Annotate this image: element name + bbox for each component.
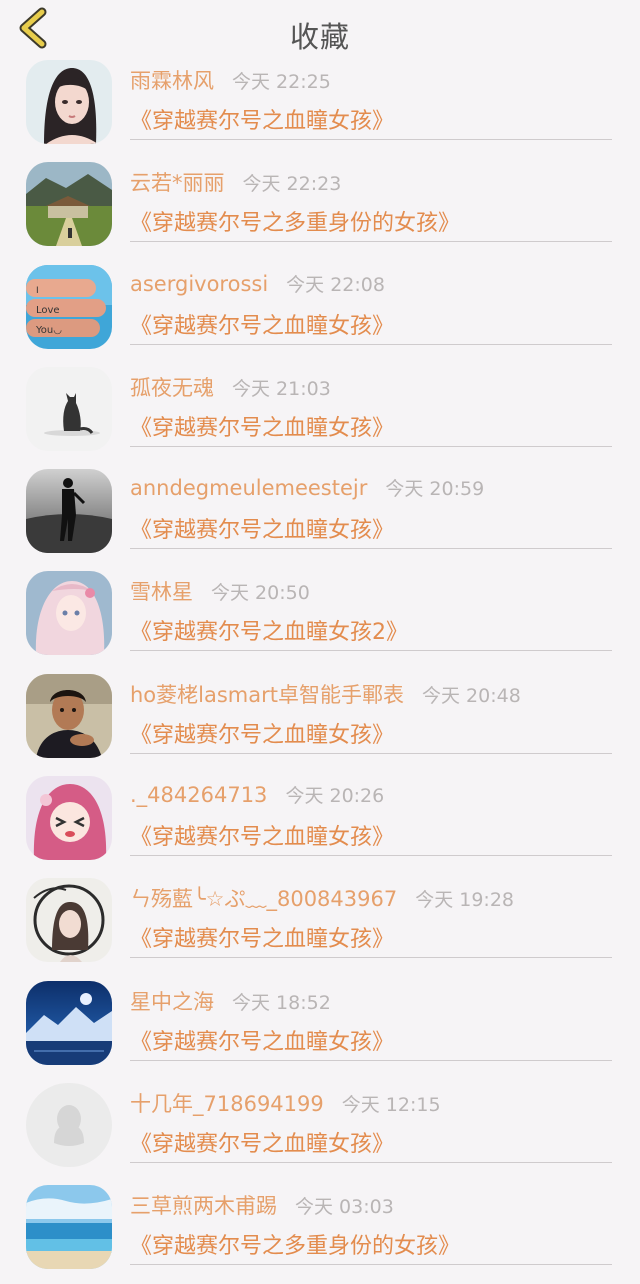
list-item[interactable]: ho菱栳lasmart卓智能手鄆表 今天 20:48 《穿越赛尔号之血瞳女孩》 — [0, 670, 640, 772]
divider — [130, 139, 612, 140]
user-name[interactable]: 雪林星 — [130, 576, 193, 606]
user-name[interactable]: 三草煎两木甫踢 — [130, 1190, 277, 1220]
book-title-link[interactable]: 《穿越赛尔号之血瞳女孩》 — [130, 819, 394, 851]
divider — [130, 650, 612, 652]
avatar[interactable] — [26, 1185, 112, 1270]
book-title-link[interactable]: 《穿越赛尔号之多重身份的女孩》 — [130, 205, 460, 237]
book-title-link[interactable]: 《穿越赛尔号之血瞳女孩》 — [130, 921, 394, 953]
list-item[interactable]: 孤夜无魂 今天 21:03 《穿越赛尔号之血瞳女孩》 — [0, 363, 640, 465]
divider — [130, 1161, 612, 1163]
list-item[interactable]: 雪林星 今天 20:50 《穿越赛尔号之血瞳女孩2》 — [0, 567, 640, 669]
avatar[interactable] — [26, 366, 112, 451]
timestamp: 今天 12:15 — [341, 1093, 441, 1116]
user-name[interactable]: 十几年_718694199 — [130, 1088, 324, 1118]
avatar[interactable] — [26, 878, 112, 963]
timestamp: 今天 22:08 — [286, 273, 385, 296]
list-item[interactable]: 雨霖林风 今天 22:25 《穿越赛尔号之血瞳女孩》 — [0, 56, 640, 158]
book-title-link[interactable]: 《穿越赛尔号之血瞳女孩》 — [130, 103, 394, 135]
book-title-link[interactable]: 《穿越赛尔号之血瞳女孩》 — [130, 410, 394, 442]
user-name[interactable]: ho菱栳lasmart卓智能手鄆表 — [130, 679, 404, 709]
list-item[interactable]: I Love You◡ asergivorossi 今天 22:08 《穿越赛尔… — [0, 261, 640, 363]
avatar[interactable] — [26, 776, 112, 861]
book-title-link[interactable]: 《穿越赛尔号之血瞳女孩》 — [130, 308, 394, 340]
divider — [130, 241, 612, 243]
book-title-link[interactable]: 《穿越赛尔号之血瞳女孩》 — [130, 1024, 394, 1056]
timestamp: 今天 20:48 — [422, 684, 521, 707]
timestamp: 今天 20:26 — [285, 785, 385, 808]
avatar[interactable]: I Love You◡ — [26, 264, 112, 349]
list-item[interactable]: 云若*丽丽 今天 22:23 《穿越赛尔号之多重身份的女孩》 — [0, 158, 640, 260]
divider — [130, 343, 612, 345]
page-title: 收藏 — [289, 20, 350, 54]
book-title-link[interactable]: 《穿越赛尔号之多重身份的女孩》 — [130, 1228, 460, 1260]
avatar[interactable] — [26, 60, 112, 144]
book-title-link[interactable]: 《穿越赛尔号之血瞳女孩》 — [130, 1126, 394, 1158]
user-name[interactable]: 雨霖林风 — [130, 65, 214, 95]
timestamp: 今天 03:03 — [295, 1196, 394, 1219]
list-item[interactable]: 十几年_718694199 今天 12:15 《穿越赛尔号之血瞳女孩》 — [0, 1079, 640, 1181]
top-bar: 收藏 — [0, 0, 640, 56]
timestamp: 今天 21:03 — [232, 377, 331, 400]
svg-text:Love: Love — [36, 305, 60, 316]
user-name[interactable]: 云若*丽丽 — [130, 167, 225, 197]
divider — [130, 1059, 612, 1061]
timestamp: 今天 22:25 — [232, 71, 331, 93]
timestamp: 今天 20:50 — [211, 582, 310, 605]
timestamp: 今天 19:28 — [415, 889, 515, 912]
list-item[interactable]: ._484264713 今天 20:26 《穿越赛尔号之血瞳女孩》 — [0, 772, 640, 874]
avatar[interactable] — [26, 469, 112, 554]
avatar[interactable] — [26, 980, 112, 1065]
user-name[interactable]: ._484264713 — [130, 783, 267, 807]
user-name[interactable]: 星中之海 — [130, 986, 214, 1016]
user-name[interactable]: anndegmeulemeestejr — [130, 476, 367, 500]
list-item[interactable]: anndegmeulemeestejr 今天 20:59 《穿越赛尔号之血瞳女孩… — [0, 465, 640, 567]
book-title-link[interactable]: 《穿越赛尔号之血瞳女孩2》 — [130, 614, 408, 646]
avatar[interactable] — [26, 571, 112, 656]
user-name[interactable]: asergivorossi — [130, 272, 268, 296]
divider — [130, 855, 612, 857]
divider — [130, 548, 612, 550]
svg-text:I: I — [36, 286, 39, 296]
avatar[interactable] — [26, 1082, 112, 1167]
avatar[interactable] — [26, 162, 112, 247]
divider — [130, 1264, 612, 1266]
svg-text:You◡: You◡ — [35, 325, 62, 336]
divider — [130, 752, 612, 754]
list-item[interactable]: 三草煎两木甫踢 今天 03:03 《穿越赛尔号之多重身份的女孩》 — [0, 1181, 640, 1283]
avatar[interactable] — [26, 673, 112, 758]
book-title-link[interactable]: 《穿越赛尔号之血瞳女孩》 — [130, 512, 394, 544]
user-name[interactable]: 孤夜无魂 — [130, 372, 214, 402]
list-item[interactable]: 星中之海 今天 18:52 《穿越赛尔号之血瞳女孩》 — [0, 977, 640, 1079]
list-item[interactable]: ㄣ殇藍╰☆ぷ﹏_800843967 今天 19:28 《穿越赛尔号之血瞳女孩》 — [0, 874, 640, 976]
timestamp: 今天 18:52 — [232, 991, 331, 1014]
favorites-list: 雨霖林风 今天 22:25 《穿越赛尔号之血瞳女孩》 云若*丽丽 今天 22:2… — [0, 56, 640, 1284]
divider — [130, 445, 612, 447]
user-name[interactable]: ㄣ殇藍╰☆ぷ﹏_800843967 — [130, 883, 397, 913]
timestamp: 今天 20:59 — [385, 478, 485, 501]
timestamp: 今天 22:23 — [242, 173, 342, 196]
book-title-link[interactable]: 《穿越赛尔号之血瞳女孩》 — [130, 717, 394, 749]
divider — [130, 957, 612, 959]
